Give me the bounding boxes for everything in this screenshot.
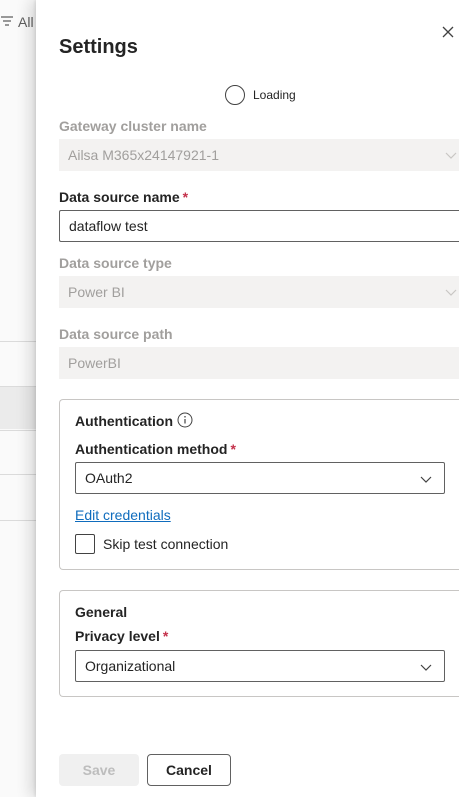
chevron-down-icon: [445, 152, 457, 159]
authentication-title: Authentication: [75, 413, 173, 429]
chevron-down-icon: [420, 664, 432, 671]
spinner-icon: [225, 85, 245, 105]
panel-title: Settings: [59, 36, 138, 58]
privacy-level-label: Privacy level *: [75, 628, 169, 644]
data-source-name-input[interactable]: dataflow test: [59, 210, 459, 242]
required-marker: *: [182, 189, 189, 205]
loading-indicator: Loading: [225, 85, 296, 105]
close-button[interactable]: [440, 24, 456, 40]
info-icon[interactable]: [177, 412, 193, 428]
save-button[interactable]: Save: [59, 754, 139, 786]
authentication-method-label: Authentication method *: [75, 441, 236, 457]
cancel-button[interactable]: Cancel: [147, 754, 231, 786]
skip-test-connection-row[interactable]: Skip test connection: [75, 534, 228, 554]
gateway-cluster-label: Gateway cluster name: [59, 118, 207, 134]
settings-panel: Settings Loading Gateway cluster name Ai…: [36, 0, 459, 797]
data-source-path-label: Data source path: [59, 326, 173, 342]
data-source-name-label: Data source name *: [59, 189, 189, 205]
gateway-cluster-select: Ailsa M365x24147921-1: [59, 139, 459, 171]
panel-overlay: [0, 0, 36, 797]
privacy-level-value: Organizational: [85, 658, 176, 674]
skip-test-connection-label: Skip test connection: [103, 536, 229, 552]
data-source-name-value: dataflow test: [69, 218, 148, 234]
authentication-method-value: OAuth2: [85, 470, 133, 486]
skip-test-connection-checkbox[interactable]: [75, 534, 95, 554]
required-marker: *: [162, 628, 169, 644]
privacy-level-dropdown[interactable]: Organizational: [75, 650, 445, 682]
data-source-path-value: PowerBI: [68, 355, 121, 371]
data-source-type-value: Power BI: [68, 284, 125, 300]
data-source-type-label: Data source type: [59, 255, 172, 271]
edit-credentials-link[interactable]: Edit credentials: [75, 507, 171, 523]
general-group: General Privacy level * Organizational: [59, 590, 459, 697]
authentication-method-dropdown[interactable]: OAuth2: [75, 462, 445, 494]
authentication-group: Authentication Authentication method * OA…: [59, 399, 459, 570]
gateway-cluster-value: Ailsa M365x24147921-1: [68, 147, 219, 163]
close-icon: [442, 26, 454, 38]
loading-label: Loading: [253, 88, 296, 102]
general-title: General: [75, 604, 128, 620]
data-source-path-input: PowerBI: [59, 347, 459, 379]
required-marker: *: [230, 441, 236, 457]
data-source-type-select: Power BI: [59, 276, 459, 308]
chevron-down-icon: [445, 289, 457, 296]
chevron-down-icon: [420, 476, 432, 483]
